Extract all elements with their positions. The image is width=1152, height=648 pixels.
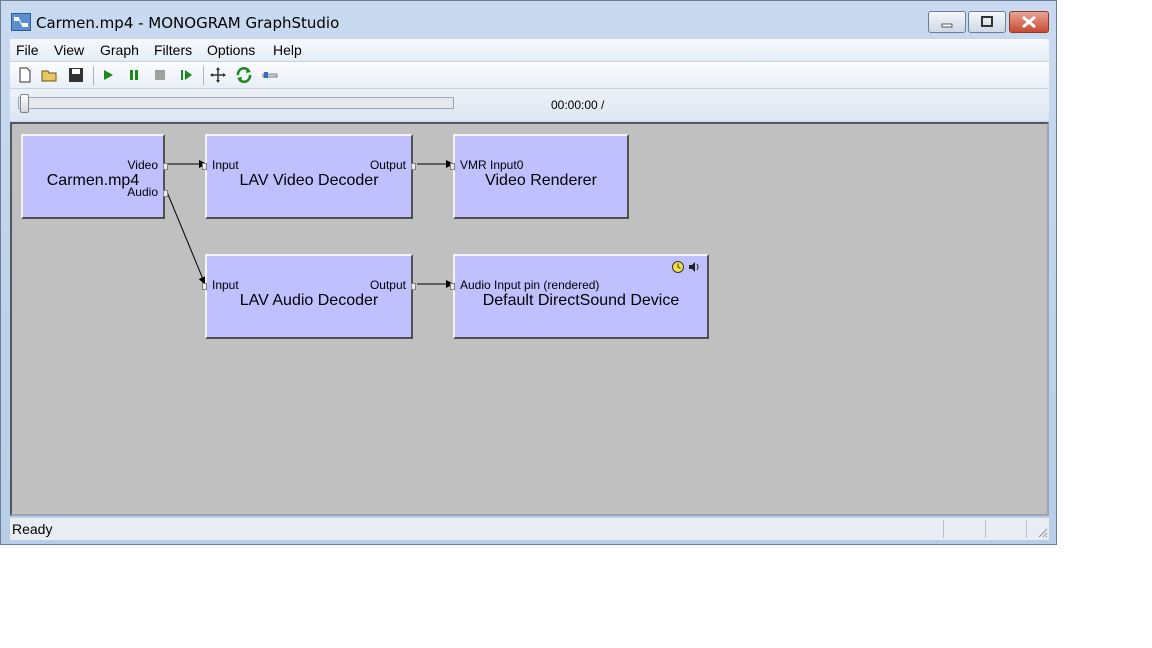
close-button[interactable] bbox=[1009, 11, 1049, 33]
stop-icon[interactable] bbox=[150, 65, 170, 85]
filter-name: Default DirectSound Device bbox=[482, 292, 680, 309]
menu-help[interactable]: Help bbox=[273, 42, 302, 58]
new-icon[interactable] bbox=[15, 65, 35, 85]
pin-connector[interactable] bbox=[202, 283, 207, 290]
restore-icon bbox=[981, 16, 993, 27]
filter-audio-decoder[interactable]: LAV Audio Decoder Input Output bbox=[202, 254, 416, 339]
app-window: Carmen.mp4 - MONOGRAM GraphStudio File V… bbox=[0, 0, 1057, 545]
maximize-button[interactable] bbox=[968, 11, 1006, 33]
time-display: 00:00:00 / bbox=[551, 98, 605, 112]
pin-video[interactable]: Video bbox=[128, 158, 158, 172]
pin-connector[interactable] bbox=[450, 163, 455, 170]
pin-connector[interactable] bbox=[411, 163, 416, 170]
step-icon[interactable] bbox=[176, 65, 196, 85]
clock-icon bbox=[672, 261, 684, 273]
pin-input[interactable]: Input bbox=[212, 278, 239, 292]
seek-thumb[interactable] bbox=[20, 94, 29, 113]
pin-audio[interactable]: Audio bbox=[127, 185, 158, 199]
speaker-icon bbox=[689, 262, 699, 272]
menu-options[interactable]: Options bbox=[207, 42, 255, 58]
save-icon[interactable] bbox=[66, 65, 86, 85]
seek-slider[interactable] bbox=[18, 97, 454, 109]
minimize-icon bbox=[941, 23, 953, 28]
pin-output[interactable]: Output bbox=[370, 278, 406, 292]
minimize-button[interactable] bbox=[928, 11, 966, 33]
pin-connector[interactable] bbox=[411, 283, 416, 290]
window-title: Carmen.mp4 - MONOGRAM GraphStudio bbox=[36, 14, 340, 32]
title-bar[interactable]: Carmen.mp4 - MONOGRAM GraphStudio bbox=[1, 1, 1056, 39]
filter-name: LAV Audio Decoder bbox=[239, 292, 379, 309]
menu-file[interactable]: File bbox=[16, 42, 39, 58]
pin-connector[interactable] bbox=[163, 163, 168, 170]
status-pane bbox=[985, 520, 986, 538]
pause-icon[interactable] bbox=[124, 65, 144, 85]
pin-connector[interactable] bbox=[450, 283, 455, 290]
close-icon bbox=[1022, 15, 1036, 29]
graph-canvas[interactable]: Carmen.mp4 Video Audio LAV Video Decoder… bbox=[10, 122, 1049, 516]
seek-icon[interactable] bbox=[260, 65, 280, 85]
pin-output[interactable]: Output bbox=[370, 158, 406, 172]
resize-grip-icon[interactable] bbox=[1036, 526, 1048, 538]
status-bar: Ready bbox=[10, 518, 1049, 540]
seek-area: 00:00:00 / bbox=[10, 89, 1049, 121]
filter-name: LAV Video Decoder bbox=[239, 172, 379, 189]
filter-source[interactable]: Carmen.mp4 Video Audio bbox=[21, 134, 168, 219]
pin-connector[interactable] bbox=[202, 163, 207, 170]
arrange-icon[interactable] bbox=[208, 65, 228, 85]
pin-connector[interactable] bbox=[163, 190, 168, 197]
toolbar bbox=[10, 62, 1049, 89]
filter-video-decoder[interactable]: LAV Video Decoder Input Output bbox=[202, 134, 416, 219]
status-pane bbox=[1026, 520, 1027, 538]
pin-input[interactable]: Input bbox=[212, 158, 239, 172]
refresh-icon[interactable] bbox=[234, 65, 254, 85]
filter-name: Video Renderer bbox=[485, 172, 597, 189]
menu-graph[interactable]: Graph bbox=[100, 42, 139, 58]
status-pane bbox=[943, 520, 944, 538]
menu-view[interactable]: View bbox=[54, 42, 84, 58]
pin-input[interactable]: Audio Input pin (rendered) bbox=[460, 278, 599, 292]
menu-filters[interactable]: Filters bbox=[154, 42, 192, 58]
open-icon[interactable] bbox=[40, 65, 60, 85]
filter-audio-renderer[interactable]: Default DirectSound Device Audio Input p… bbox=[450, 254, 709, 339]
status-text: Ready bbox=[12, 521, 53, 537]
play-icon[interactable] bbox=[98, 65, 118, 85]
connection-audio bbox=[166, 191, 207, 285]
menu-bar: File View Graph Filters Options Help bbox=[10, 39, 1049, 62]
filter-video-renderer[interactable]: Video Renderer VMR Input0 bbox=[450, 134, 629, 219]
app-icon bbox=[11, 13, 31, 31]
pin-input[interactable]: VMR Input0 bbox=[460, 158, 523, 172]
